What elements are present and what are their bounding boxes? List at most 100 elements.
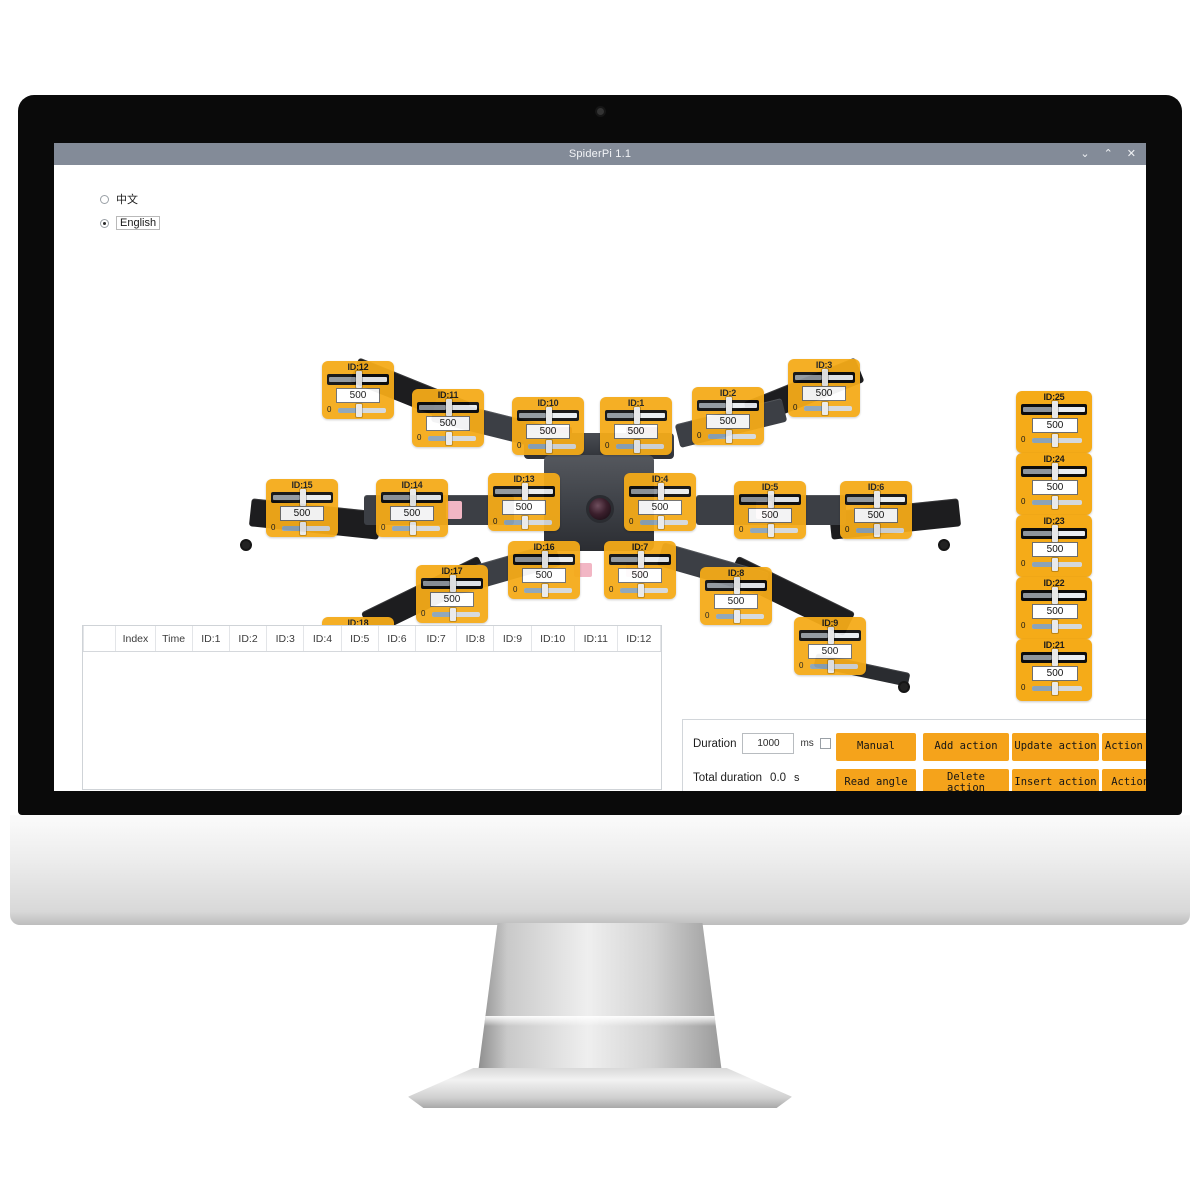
servo-slider-handle[interactable] [1052,649,1058,666]
servo-widget-id3[interactable]: ID:3 500 0 [788,359,860,417]
servo-value[interactable]: 500 [1032,542,1078,557]
close-icon[interactable]: ✕ [1127,148,1136,160]
servo-deviation-handle[interactable] [1052,558,1058,571]
action-action-upward-button[interactable]: Action upward [1102,733,1146,761]
table-header-cell[interactable]: Time [156,626,193,651]
table-header-cell[interactable]: ID:10 [532,626,575,651]
servo-slider-handle[interactable] [522,483,528,500]
servo-value[interactable]: 500 [390,506,434,521]
servo-slider-handle[interactable] [542,551,548,568]
servo-slider-handle[interactable] [356,371,362,388]
table-header-cell[interactable]: ID:8 [457,626,495,651]
servo-deviation-handle[interactable] [768,524,774,537]
servo-deviation-track[interactable] [810,664,858,669]
servo-deviation-handle[interactable] [522,516,528,529]
action-read-angle-button[interactable]: Read angle [836,769,916,791]
servo-deviation-track[interactable] [528,444,576,449]
servo-widget-id6[interactable]: ID:6 500 0 [840,481,912,539]
servo-value[interactable]: 500 [280,506,324,521]
servo-widget-id21[interactable]: ID:21 500 0 [1016,639,1092,701]
minimize-icon[interactable]: ⌄ [1080,148,1089,160]
servo-deviation-handle[interactable] [1052,496,1058,509]
servo-value[interactable]: 500 [1032,418,1078,433]
servo-deviation-handle[interactable] [546,440,552,453]
servo-deviation-track[interactable] [708,434,756,439]
servo-value[interactable]: 500 [1032,666,1078,681]
servo-value[interactable]: 500 [430,592,474,607]
servo-deviation-handle[interactable] [874,524,880,537]
servo-value[interactable]: 500 [618,568,662,583]
servo-value[interactable]: 500 [808,644,852,659]
servo-value[interactable]: 500 [638,500,682,515]
table-header-cell[interactable]: ID:7 [416,626,458,651]
action-action-down-button[interactable]: Action down [1102,769,1146,791]
servo-deviation-handle[interactable] [1052,434,1058,447]
servo-deviation-track[interactable] [282,526,330,531]
servo-widget-id5[interactable]: ID:5 500 0 [734,481,806,539]
servo-widget-id7[interactable]: ID:7 500 0 [604,541,676,599]
servo-deviation-handle[interactable] [726,430,732,443]
servo-widget-id14[interactable]: ID:14 500 0 [376,479,448,537]
servo-value[interactable]: 500 [1032,480,1078,495]
servo-slider-handle[interactable] [1052,525,1058,542]
servo-widget-id13[interactable]: ID:13 500 0 [488,473,560,531]
duration-checkbox[interactable] [819,738,831,749]
servo-deviation-track[interactable] [524,588,572,593]
servo-slider-handle[interactable] [734,577,740,594]
servo-deviation-track[interactable] [750,528,798,533]
servo-deviation-track[interactable] [616,444,664,449]
servo-value[interactable]: 500 [748,508,792,523]
servo-deviation-handle[interactable] [300,522,306,535]
maximize-icon[interactable]: ⌃ [1104,148,1113,160]
servo-widget-id25[interactable]: ID:25 500 0 [1016,391,1092,453]
servo-slider-handle[interactable] [638,551,644,568]
servo-deviation-handle[interactable] [634,440,640,453]
table-header-cell[interactable]: ID:5 [342,626,379,651]
servo-widget-id2[interactable]: ID:2 500 0 [692,387,764,445]
servo-widget-id10[interactable]: ID:10 500 0 [512,397,584,455]
servo-value[interactable]: 500 [336,388,380,403]
servo-deviation-handle[interactable] [410,522,416,535]
servo-deviation-handle[interactable] [828,660,834,673]
table-header-cell[interactable]: Index [116,626,156,651]
servo-value[interactable]: 500 [854,508,898,523]
servo-slider-handle[interactable] [546,407,552,424]
table-header-corner[interactable] [83,626,117,651]
servo-deviation-handle[interactable] [1052,682,1058,695]
action-update-action-button[interactable]: Update action [1012,733,1099,761]
servo-deviation-handle[interactable] [450,608,456,621]
table-header-cell[interactable]: ID:2 [230,626,268,651]
servo-deviation-handle[interactable] [542,584,548,597]
servo-deviation-handle[interactable] [658,516,664,529]
action-manual-button[interactable]: Manual [836,733,916,761]
servo-slider-handle[interactable] [410,489,416,506]
servo-deviation-track[interactable] [504,520,552,525]
action-table[interactable]: Index Time ID:1 ID:2 ID:3 ID:4 ID:5 ID:6 ID:7 ID:… [82,625,662,790]
servo-slider-handle[interactable] [726,397,732,414]
servo-widget-id9[interactable]: ID:9 500 0 [794,617,866,675]
servo-deviation-handle[interactable] [734,610,740,623]
servo-value[interactable]: 500 [614,424,658,439]
servo-slider-handle[interactable] [1052,401,1058,418]
servo-widget-id16[interactable]: ID:16 500 0 [508,541,580,599]
servo-deviation-handle[interactable] [1052,620,1058,633]
servo-deviation-handle[interactable] [356,404,362,417]
action-delete-action-button[interactable]: Delete action [923,769,1009,791]
servo-slider-handle[interactable] [634,407,640,424]
servo-widget-id15[interactable]: ID:15 500 0 [266,479,338,537]
table-header-cell[interactable]: ID:3 [267,626,305,651]
servo-deviation-handle[interactable] [822,402,828,415]
servo-value[interactable]: 500 [714,594,758,609]
servo-slider-handle[interactable] [658,483,664,500]
action-insert-action-button[interactable]: Insert action [1012,769,1099,791]
servo-deviation-track[interactable] [716,614,764,619]
servo-widget-id4[interactable]: ID:4 500 0 [624,473,696,531]
servo-widget-id23[interactable]: ID:23 500 0 [1016,515,1092,577]
servo-value[interactable]: 500 [526,424,570,439]
servo-widget-id8[interactable]: ID:8 500 0 [700,567,772,625]
servo-value[interactable]: 500 [802,386,846,401]
servo-widget-id24[interactable]: ID:24 500 0 [1016,453,1092,515]
servo-deviation-track[interactable] [856,528,904,533]
servo-slider-handle[interactable] [822,369,828,386]
servo-widget-id12[interactable]: ID:12 500 0 [322,361,394,419]
